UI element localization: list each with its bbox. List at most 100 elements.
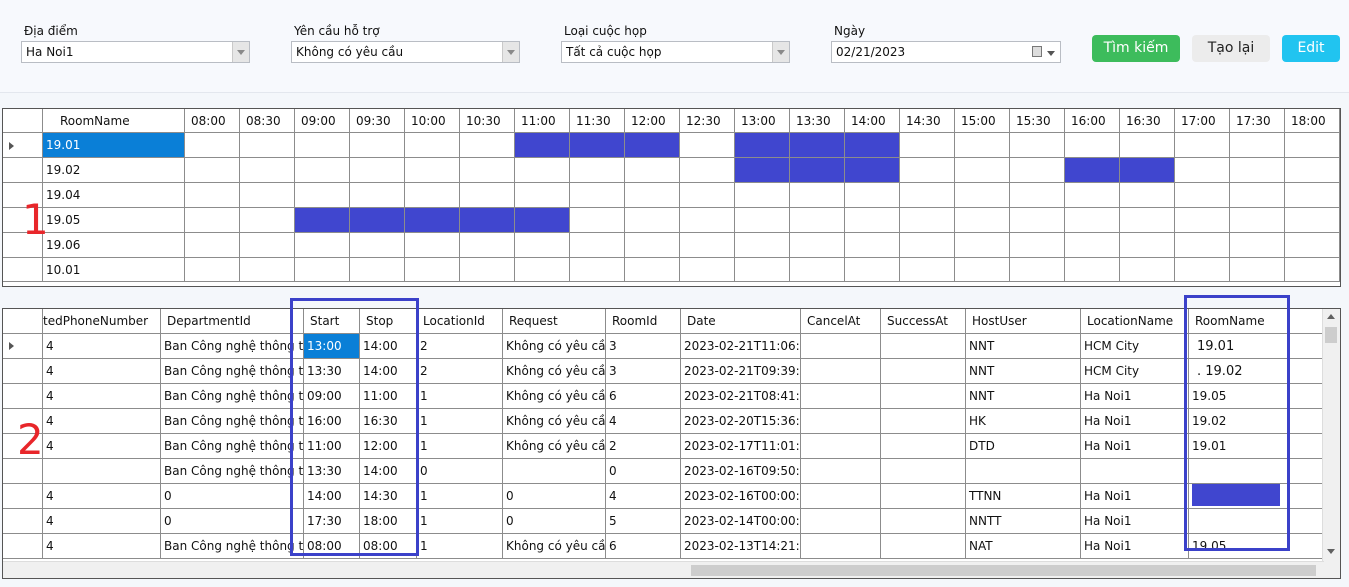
time-slot[interactable] (1285, 158, 1340, 183)
time-slot[interactable] (1175, 158, 1230, 183)
cell-location-name[interactable]: Ha Noi1 (1081, 434, 1189, 459)
schedule-room-name[interactable]: 19.06 (43, 233, 185, 258)
cell-date[interactable]: 2023-02-14T00:00:00Z (681, 509, 801, 534)
time-slot[interactable] (405, 258, 460, 282)
cell-cancel-at[interactable] (801, 334, 881, 359)
cell-location-name[interactable]: HCM City (1081, 359, 1189, 384)
time-slot[interactable] (1065, 258, 1120, 282)
time-slot[interactable] (350, 233, 405, 258)
time-slot[interactable] (955, 208, 1010, 233)
cell-location-name[interactable]: HCM City (1081, 334, 1189, 359)
cell-request[interactable]: Không có yêu cầu (503, 384, 606, 409)
cell-success-at[interactable] (881, 459, 966, 484)
time-slot[interactable] (405, 133, 460, 158)
cell-department[interactable]: Ban Công nghệ thông tin (161, 384, 304, 409)
cell-room-id[interactable]: 2 (606, 434, 681, 459)
time-slot[interactable] (1230, 158, 1285, 183)
time-slot[interactable] (900, 258, 955, 282)
column-header-success-at[interactable]: SuccessAt (881, 309, 966, 334)
booked-slot[interactable] (1065, 158, 1120, 183)
cell-date[interactable]: 2023-02-16T09:50:44Z (681, 459, 801, 484)
chevron-down-icon[interactable] (772, 42, 789, 62)
cell-location-id[interactable]: 1 (417, 409, 503, 434)
time-slot[interactable] (1065, 233, 1120, 258)
cell-cancel-at[interactable] (801, 409, 881, 434)
time-slot[interactable] (1175, 258, 1230, 282)
time-slot[interactable] (350, 258, 405, 282)
cell-success-at[interactable] (881, 434, 966, 459)
column-header-phone[interactable]: tedPhoneNumber (43, 309, 161, 334)
cell-date[interactable]: 2023-02-21T09:39:02Z (681, 359, 801, 384)
cell-success-at[interactable] (881, 384, 966, 409)
time-slot[interactable] (735, 183, 790, 208)
time-slot[interactable] (845, 258, 900, 282)
time-slot[interactable] (1010, 183, 1065, 208)
time-slot[interactable] (460, 158, 515, 183)
time-slot[interactable] (1065, 208, 1120, 233)
cell-phone[interactable]: 4 (43, 409, 161, 434)
time-slot[interactable] (680, 258, 735, 282)
time-slot[interactable] (185, 133, 240, 158)
cell-request[interactable]: Không có yêu cầu (503, 359, 606, 384)
cell-department[interactable]: Ban Công nghệ thông tin (161, 534, 304, 559)
booked-slot[interactable] (845, 133, 900, 158)
cell-location-id[interactable]: 2 (417, 334, 503, 359)
cell-cancel-at[interactable] (801, 359, 881, 384)
time-slot[interactable] (1285, 258, 1340, 282)
time-slot[interactable] (625, 183, 680, 208)
time-slot[interactable] (1010, 258, 1065, 282)
time-slot[interactable] (680, 183, 735, 208)
time-slot[interactable] (1010, 233, 1065, 258)
row-header[interactable] (3, 359, 43, 384)
cell-phone[interactable] (43, 459, 161, 484)
cell-location-id[interactable]: 0 (417, 459, 503, 484)
time-slot[interactable] (1010, 133, 1065, 158)
time-slot[interactable] (570, 158, 625, 183)
cell-room-id[interactable]: 6 (606, 534, 681, 559)
row-header[interactable] (3, 258, 43, 282)
time-slot[interactable] (515, 233, 570, 258)
time-slot[interactable] (955, 158, 1010, 183)
cell-cancel-at[interactable] (801, 459, 881, 484)
time-slot[interactable] (735, 233, 790, 258)
cell-success-at[interactable] (881, 484, 966, 509)
time-slot[interactable] (680, 208, 735, 233)
time-slot[interactable] (1065, 183, 1120, 208)
cell-host-user[interactable]: NAT (966, 534, 1081, 559)
scrollbar-thumb[interactable] (691, 565, 1316, 576)
row-header[interactable] (3, 133, 43, 158)
cell-room-id[interactable]: 0 (606, 459, 681, 484)
time-slot[interactable] (900, 233, 955, 258)
cell-date[interactable]: 2023-02-17T11:01:17Z (681, 434, 801, 459)
time-slot[interactable] (1010, 208, 1065, 233)
time-slot[interactable] (955, 258, 1010, 282)
calendar-icon[interactable] (1032, 46, 1042, 57)
scroll-down-icon[interactable] (1327, 549, 1335, 554)
chevron-down-icon[interactable] (232, 42, 249, 62)
cell-host-user[interactable]: DTD (966, 434, 1081, 459)
cell-date[interactable]: 2023-02-16T00:00:00Z (681, 484, 801, 509)
booked-slot[interactable] (405, 208, 460, 233)
cell-cancel-at[interactable] (801, 484, 881, 509)
schedule-room-name[interactable]: 10.01 (43, 258, 185, 282)
column-header-cancel-at[interactable]: CancelAt (801, 309, 881, 334)
scroll-up-icon[interactable] (1327, 314, 1335, 319)
row-header[interactable] (3, 484, 43, 509)
time-slot[interactable] (295, 258, 350, 282)
cell-room-id[interactable]: 5 (606, 509, 681, 534)
cell-success-at[interactable] (881, 409, 966, 434)
time-slot[interactable] (680, 133, 735, 158)
cell-cancel-at[interactable] (801, 534, 881, 559)
vertical-scrollbar[interactable] (1322, 309, 1340, 578)
booked-slot[interactable] (845, 158, 900, 183)
time-slot[interactable] (295, 158, 350, 183)
time-slot[interactable] (460, 133, 515, 158)
time-slot[interactable] (1175, 208, 1230, 233)
time-slot[interactable] (515, 183, 570, 208)
time-slot[interactable] (460, 183, 515, 208)
cell-success-at[interactable] (881, 359, 966, 384)
support-select[interactable]: Không có yêu cầu (291, 41, 520, 63)
time-slot[interactable] (350, 133, 405, 158)
time-slot[interactable] (790, 258, 845, 282)
search-button[interactable]: Tìm kiếm (1092, 35, 1180, 62)
